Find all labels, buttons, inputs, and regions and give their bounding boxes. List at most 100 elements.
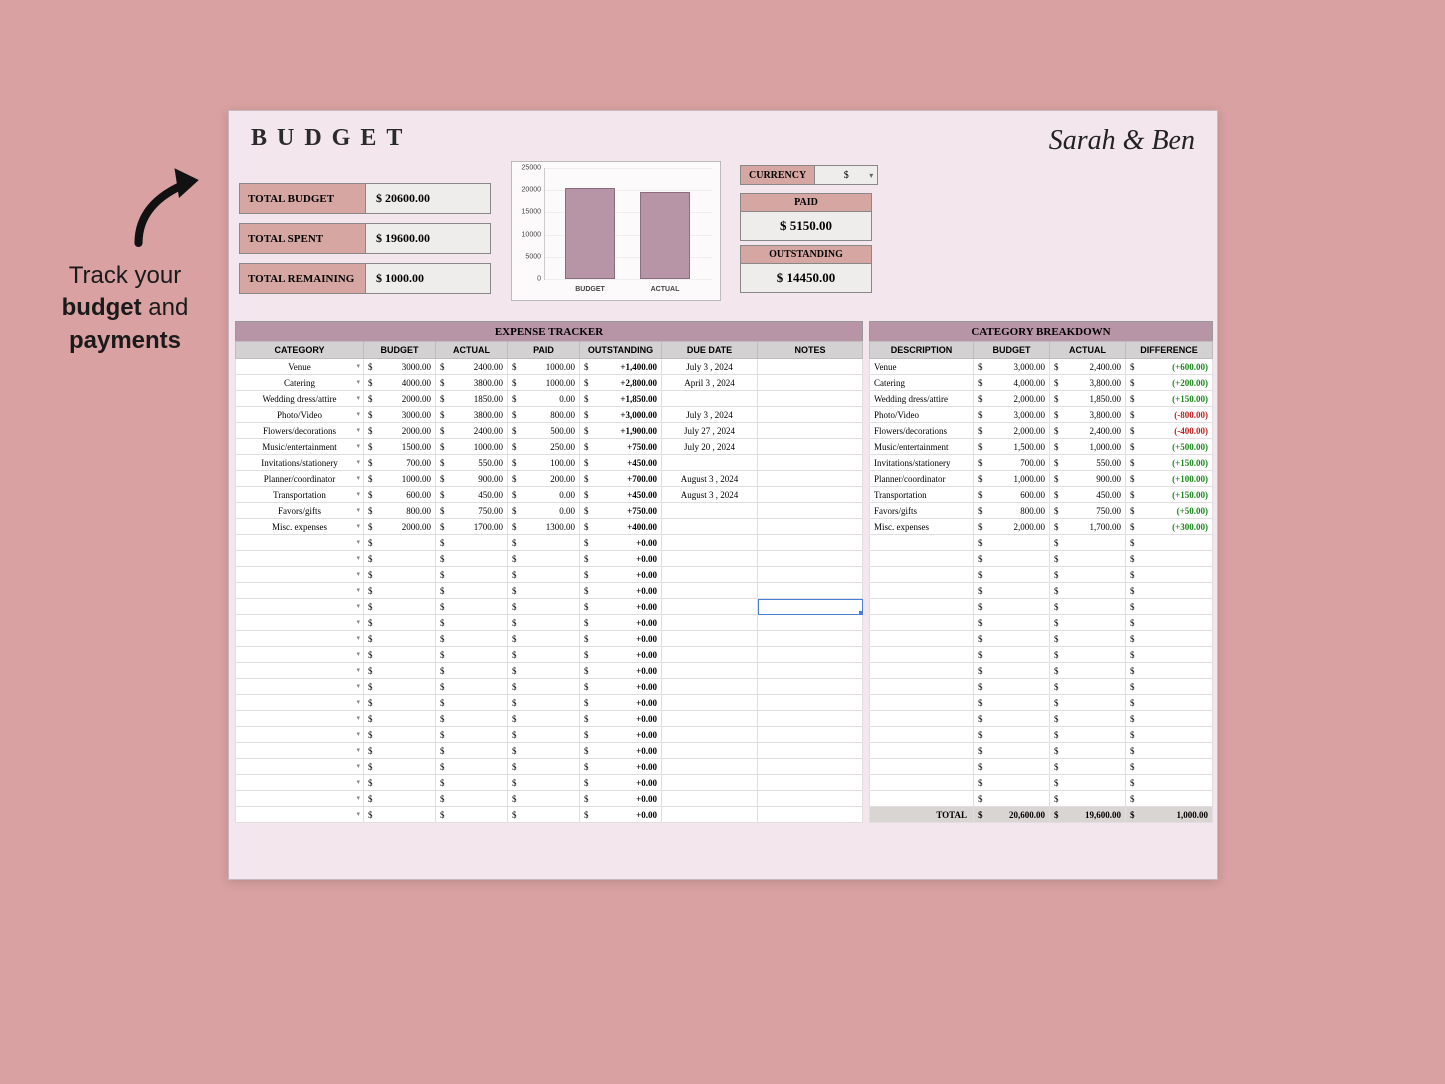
money-cell[interactable]: $800.00 <box>508 407 580 423</box>
money-cell[interactable]: $+1,850.00 <box>580 391 662 407</box>
money-cell[interactable]: $2,400.00 <box>1050 359 1126 375</box>
money-cell[interactable]: $ <box>508 791 580 807</box>
money-cell[interactable]: $1850.00 <box>436 391 508 407</box>
money-cell[interactable]: $ <box>364 743 436 759</box>
money-cell[interactable]: $ <box>508 679 580 695</box>
description-cell[interactable] <box>870 679 974 695</box>
money-cell[interactable]: $ <box>974 679 1050 695</box>
money-cell[interactable]: $ <box>1050 647 1126 663</box>
duedate-cell[interactable] <box>662 791 758 807</box>
category-cell[interactable]: Catering <box>236 375 364 391</box>
duedate-cell[interactable] <box>662 679 758 695</box>
duedate-cell[interactable] <box>662 775 758 791</box>
money-cell[interactable]: $+0.00 <box>580 615 662 631</box>
money-cell[interactable]: $ <box>436 647 508 663</box>
duedate-cell[interactable] <box>662 535 758 551</box>
money-cell[interactable]: $ <box>974 615 1050 631</box>
money-cell[interactable]: $1,850.00 <box>1050 391 1126 407</box>
money-cell[interactable]: $ <box>1050 615 1126 631</box>
money-cell[interactable]: $ <box>508 663 580 679</box>
duedate-cell[interactable] <box>662 519 758 535</box>
description-cell[interactable]: Venue <box>870 359 974 375</box>
category-cell[interactable] <box>236 727 364 743</box>
duedate-cell[interactable] <box>662 807 758 823</box>
money-cell[interactable]: $ <box>1050 663 1126 679</box>
money-cell[interactable]: $ <box>974 599 1050 615</box>
notes-cell[interactable] <box>758 551 863 567</box>
money-cell[interactable]: $+0.00 <box>580 695 662 711</box>
duedate-cell[interactable] <box>662 647 758 663</box>
money-cell[interactable]: $+3,000.00 <box>580 407 662 423</box>
money-cell[interactable]: $(+200.00) <box>1126 375 1213 391</box>
description-cell[interactable] <box>870 791 974 807</box>
money-cell[interactable]: $2400.00 <box>436 423 508 439</box>
money-cell[interactable]: $ <box>1126 759 1213 775</box>
notes-cell[interactable] <box>758 423 863 439</box>
notes-cell[interactable] <box>758 519 863 535</box>
money-cell[interactable]: $1,700.00 <box>1050 519 1126 535</box>
description-cell[interactable] <box>870 615 974 631</box>
money-cell[interactable]: $ <box>1126 679 1213 695</box>
notes-cell[interactable] <box>758 455 863 471</box>
notes-cell[interactable] <box>758 775 863 791</box>
notes-cell[interactable] <box>758 391 863 407</box>
category-cell[interactable]: Favors/gifts <box>236 503 364 519</box>
money-cell[interactable]: $ <box>1050 759 1126 775</box>
money-cell[interactable]: $3800.00 <box>436 407 508 423</box>
duedate-cell[interactable] <box>662 551 758 567</box>
money-cell[interactable]: $ <box>1126 551 1213 567</box>
money-cell[interactable]: $550.00 <box>1050 455 1126 471</box>
duedate-cell[interactable] <box>662 455 758 471</box>
money-cell[interactable]: $ <box>364 695 436 711</box>
money-cell[interactable]: $ <box>364 711 436 727</box>
money-cell[interactable]: $ <box>436 711 508 727</box>
money-cell[interactable]: $ <box>974 567 1050 583</box>
duedate-cell[interactable] <box>662 727 758 743</box>
money-cell[interactable]: $ <box>508 647 580 663</box>
money-cell[interactable]: $+750.00 <box>580 439 662 455</box>
money-cell[interactable]: $ <box>974 743 1050 759</box>
money-cell[interactable]: $ <box>364 631 436 647</box>
money-cell[interactable]: $+0.00 <box>580 551 662 567</box>
money-cell[interactable]: $+0.00 <box>580 567 662 583</box>
money-cell[interactable]: $ <box>364 759 436 775</box>
duedate-cell[interactable]: July 27 , 2024 <box>662 423 758 439</box>
category-cell[interactable]: Transportation <box>236 487 364 503</box>
category-cell[interactable] <box>236 743 364 759</box>
money-cell[interactable]: $(+150.00) <box>1126 455 1213 471</box>
money-cell[interactable]: $+1,900.00 <box>580 423 662 439</box>
money-cell[interactable]: $ <box>1050 631 1126 647</box>
duedate-cell[interactable] <box>662 631 758 647</box>
money-cell[interactable]: $ <box>364 775 436 791</box>
notes-cell[interactable] <box>758 695 863 711</box>
money-cell[interactable]: $900.00 <box>1050 471 1126 487</box>
category-cell[interactable] <box>236 583 364 599</box>
total-remaining-value[interactable]: $ 1000.00 <box>366 264 490 293</box>
duedate-cell[interactable]: July 3 , 2024 <box>662 359 758 375</box>
money-cell[interactable]: $ <box>974 711 1050 727</box>
description-cell[interactable] <box>870 631 974 647</box>
money-cell[interactable]: $ <box>436 791 508 807</box>
notes-cell[interactable] <box>758 487 863 503</box>
duedate-cell[interactable] <box>662 599 758 615</box>
money-cell[interactable]: $ <box>508 567 580 583</box>
duedate-cell[interactable]: April 3 , 2024 <box>662 375 758 391</box>
money-cell[interactable]: $19,600.00 <box>1050 807 1126 823</box>
money-cell[interactable]: $ <box>1126 535 1213 551</box>
description-cell[interactable]: Music/entertainment <box>870 439 974 455</box>
category-cell[interactable] <box>236 807 364 823</box>
money-cell[interactable]: $ <box>508 807 580 823</box>
description-cell[interactable] <box>870 647 974 663</box>
money-cell[interactable]: $ <box>364 535 436 551</box>
money-cell[interactable]: $ <box>1050 695 1126 711</box>
money-cell[interactable]: $ <box>436 551 508 567</box>
money-cell[interactable]: $1,000.00 <box>1050 439 1126 455</box>
money-cell[interactable]: $+0.00 <box>580 535 662 551</box>
money-cell[interactable]: $(+600.00) <box>1126 359 1213 375</box>
money-cell[interactable]: $3800.00 <box>436 375 508 391</box>
money-cell[interactable]: $+700.00 <box>580 471 662 487</box>
money-cell[interactable]: $+450.00 <box>580 487 662 503</box>
money-cell[interactable]: $3,800.00 <box>1050 375 1126 391</box>
duedate-cell[interactable] <box>662 567 758 583</box>
money-cell[interactable]: $+0.00 <box>580 711 662 727</box>
